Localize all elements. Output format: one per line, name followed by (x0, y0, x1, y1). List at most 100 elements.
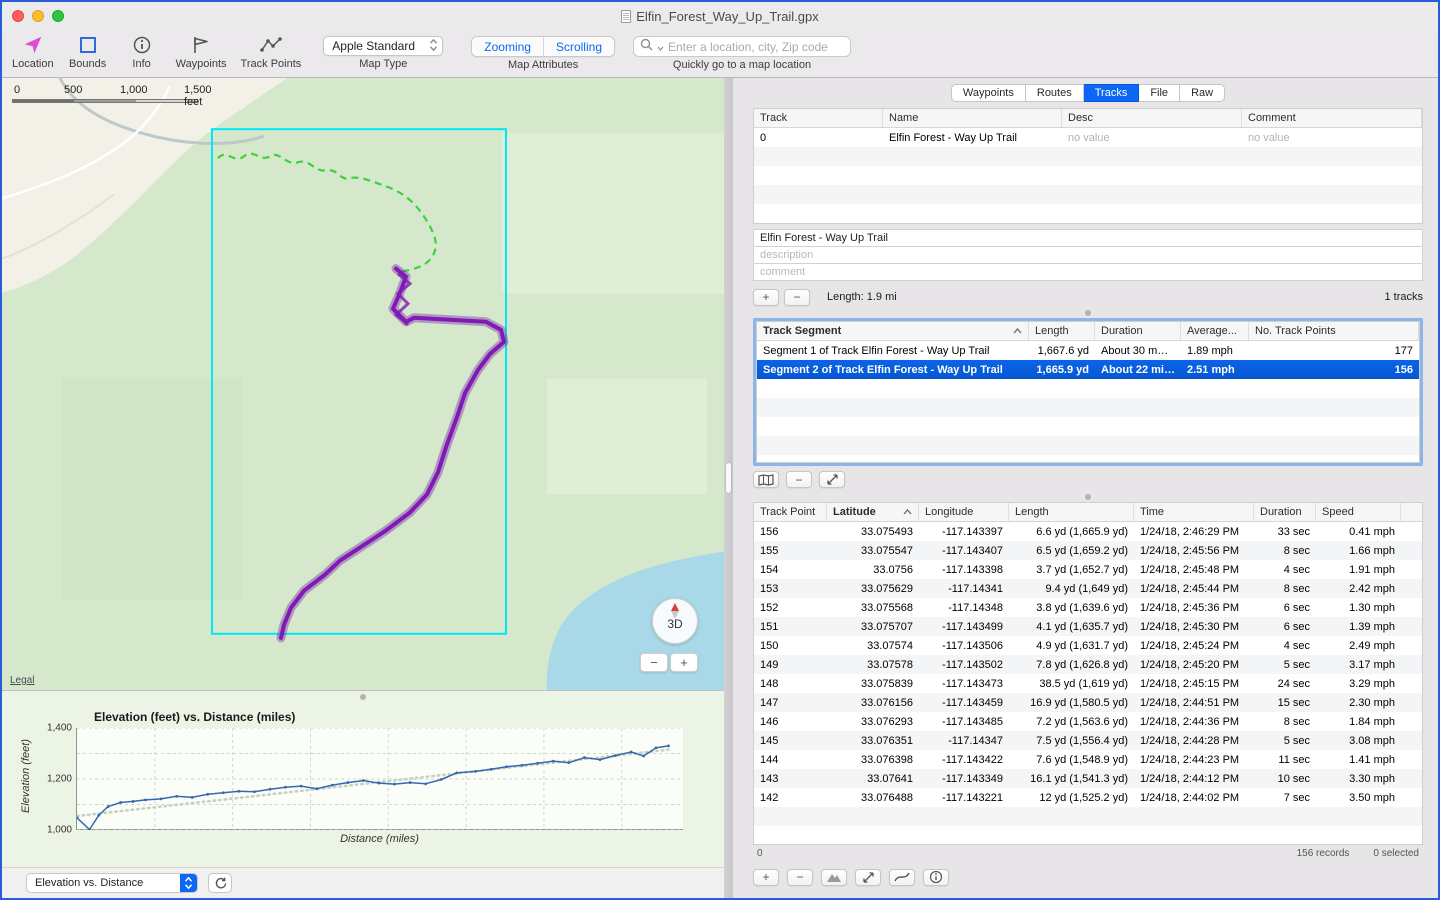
table-row[interactable]: 14433.076398-117.1434227.6 yd (1,548.9 y… (754, 750, 1422, 769)
compass-3d-control[interactable]: 3D (652, 598, 698, 644)
table-cell: 16.9 yd (1,580.5 yd) (1009, 697, 1134, 709)
elevation-tool-button[interactable] (821, 869, 847, 886)
column-header-latitude[interactable]: Latitude (827, 503, 919, 521)
column-header-length[interactable]: Length (1009, 503, 1134, 521)
remove-track-button[interactable]: − (784, 289, 810, 306)
merge-segments-button[interactable] (819, 471, 845, 488)
table-cell: 6.6 yd (1,665.9 yd) (1009, 526, 1134, 538)
table-cell: 146 (754, 716, 827, 728)
column-header-longitude[interactable]: Longitude (919, 503, 1009, 521)
tab-waypoints[interactable]: Waypoints (951, 84, 1026, 102)
scrolling-toggle[interactable]: Scrolling (543, 37, 614, 56)
right-pane: Waypoints Routes Tracks File Raw TrackNa… (733, 78, 1438, 898)
table-row[interactable]: 14233.076488-117.14322112 yd (1,525.2 yd… (754, 788, 1422, 807)
legal-link[interactable]: Legal (10, 675, 34, 686)
location-search-field[interactable] (633, 36, 851, 57)
table-row[interactable]: 15133.075707-117.1434994.1 yd (1,635.7 y… (754, 617, 1422, 636)
tracks-segments-splitter[interactable] (753, 307, 1423, 318)
column-header-comment[interactable]: Comment (1242, 109, 1422, 127)
table-cell: 155 (754, 545, 827, 557)
add-point-button[interactable]: + (753, 869, 779, 886)
table-cell: 1/24/18, 2:45:56 PM (1134, 545, 1254, 557)
column-header-time[interactable]: Time (1134, 503, 1254, 521)
map-elevation-splitter[interactable] (2, 691, 724, 702)
table-row[interactable]: 0Elfin Forest - Way Up Trailno valueno v… (754, 128, 1422, 147)
table-cell: 6 sec (1254, 621, 1316, 633)
table-cell: 4.9 yd (1,631.7 yd) (1009, 640, 1134, 652)
info-button[interactable]: Info (122, 33, 162, 70)
table-row[interactable]: 14933.07578-117.1435027.8 yd (1,626.8 yd… (754, 655, 1422, 674)
diagonal-arrows-icon (862, 871, 875, 884)
table-row[interactable]: 14533.076351-117.143477.5 yd (1,556.4 yd… (754, 731, 1422, 750)
smooth-track-button[interactable] (889, 869, 915, 886)
waypoints-button[interactable]: Waypoints (176, 33, 227, 70)
column-header-desc[interactable]: Desc (1062, 109, 1242, 127)
zoom-in-button[interactable]: + (670, 653, 698, 672)
table-cell: 33.075493 (827, 526, 919, 538)
track-points-button[interactable]: Track Points (241, 33, 302, 70)
column-header-track[interactable]: Track (754, 109, 883, 127)
remove-segment-button[interactable]: − (786, 471, 812, 488)
table-row[interactable]: 15633.075493-117.1433976.6 yd (1,665.9 y… (754, 522, 1422, 541)
zoom-out-button[interactable]: − (640, 653, 668, 672)
map-type-popup[interactable]: Apple Standard (323, 36, 443, 56)
table-cell: 3.30 mph (1316, 773, 1401, 785)
table-cell: About 22 mi… (1095, 364, 1181, 376)
track-name-field[interactable] (753, 229, 1423, 247)
search-input[interactable] (668, 40, 844, 54)
tab-routes[interactable]: Routes (1026, 84, 1084, 102)
bounds-button[interactable]: Bounds (68, 33, 108, 70)
point-info-button[interactable] (923, 869, 949, 886)
resize-points-button[interactable] (855, 869, 881, 886)
table-row[interactable]: 15533.075547-117.1434076.5 yd (1,659.2 y… (754, 541, 1422, 560)
table-cell: 177 (1249, 345, 1419, 357)
tab-tracks[interactable]: Tracks (1084, 84, 1140, 102)
bounds-square-icon (78, 33, 98, 57)
location-button[interactable]: Location (12, 33, 54, 70)
column-header-track-point[interactable]: Track Point (754, 503, 827, 521)
add-track-button[interactable]: + (753, 289, 779, 306)
table-cell: 10 sec (1254, 773, 1316, 785)
table-row[interactable]: 14733.076156-117.14345916.9 yd (1,580.5 … (754, 693, 1422, 712)
curve-icon (894, 871, 910, 883)
table-cell: 5 sec (1254, 659, 1316, 671)
tab-file[interactable]: File (1139, 84, 1180, 102)
table-row[interactable]: 14333.07641-117.14334916.1 yd (1,541.3 y… (754, 769, 1422, 788)
zooming-toggle[interactable]: Zooming (472, 37, 543, 56)
table-row[interactable]: 14833.075839-117.14347338.5 yd (1,619 yd… (754, 674, 1422, 693)
refresh-chart-button[interactable] (208, 873, 232, 893)
tab-raw[interactable]: Raw (1180, 84, 1225, 102)
table-row[interactable]: 15033.07574-117.1435064.9 yd (1,631.7 yd… (754, 636, 1422, 655)
chart-type-popup[interactable]: Elevation vs. Distance (26, 873, 198, 893)
table-cell: 1/24/18, 2:45:24 PM (1134, 640, 1254, 652)
table-cell: 1,667.6 yd (1029, 345, 1095, 357)
map-area[interactable]: 0 500 1,000 1,500 feet 3D − + Legal (2, 78, 724, 691)
column-header-duration[interactable]: Duration (1254, 503, 1316, 521)
column-header-duration[interactable]: Duration (1095, 322, 1181, 340)
table-row[interactable]: 15333.075629-117.143419.4 yd (1,649 yd)1… (754, 579, 1422, 598)
column-header-track-segment[interactable]: Track Segment (757, 322, 1029, 340)
column-header-name[interactable]: Name (883, 109, 1062, 127)
table-cell: 0.41 mph (1316, 526, 1401, 538)
track-description-field[interactable] (753, 246, 1423, 264)
column-header-average-[interactable]: Average... (1181, 322, 1249, 340)
close-button[interactable] (12, 10, 24, 22)
table-row[interactable]: Segment 2 of Track Elfin Forest - Way Up… (757, 360, 1419, 379)
table-row[interactable]: 15433.0756-117.1433983.7 yd (1,652.7 yd)… (754, 560, 1422, 579)
column-header-speed[interactable]: Speed (1316, 503, 1401, 521)
traffic-lights (12, 10, 64, 22)
minimize-button[interactable] (32, 10, 44, 22)
table-row[interactable]: Segment 1 of Track Elfin Forest - Way Up… (757, 341, 1419, 360)
column-header-length[interactable]: Length (1029, 322, 1095, 340)
show-on-map-button[interactable] (753, 471, 779, 488)
track-comment-field[interactable] (753, 263, 1423, 281)
splitter-handle[interactable] (726, 463, 731, 493)
column-header-no-track-points[interactable]: No. Track Points (1249, 322, 1419, 340)
table-row[interactable]: 15233.075568-117.143483.8 yd (1,639.6 yd… (754, 598, 1422, 617)
table-row[interactable]: 14633.076293-117.1434857.2 yd (1,563.6 y… (754, 712, 1422, 731)
map-canvas[interactable] (2, 78, 724, 690)
remove-point-button[interactable]: − (787, 869, 813, 886)
fullscreen-button[interactable] (52, 10, 64, 22)
segments-points-splitter[interactable] (753, 491, 1423, 502)
pane-splitter[interactable] (724, 78, 733, 898)
